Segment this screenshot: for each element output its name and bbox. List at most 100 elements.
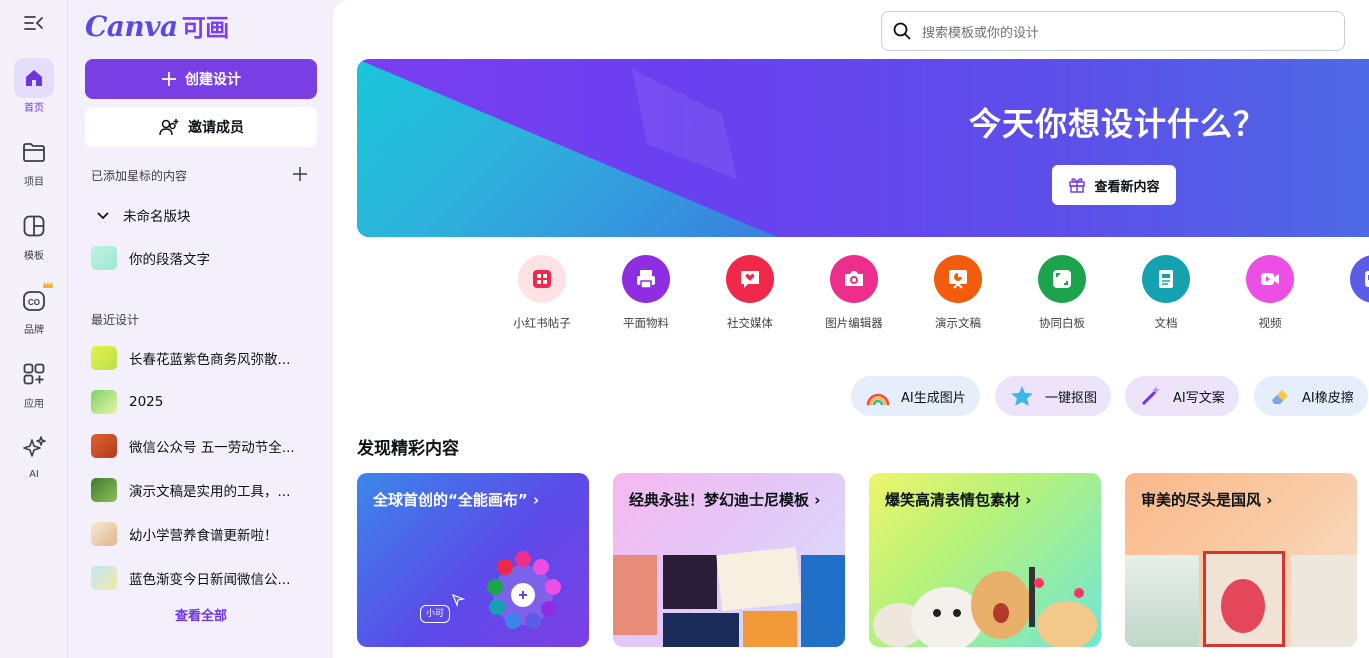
add-starred-icon[interactable] <box>291 165 309 183</box>
category-xiaohongshu-post[interactable]: 小红书帖子 <box>502 255 582 331</box>
recent-design-label: 2025 <box>129 394 164 410</box>
svg-text:CO: CO <box>28 298 40 307</box>
sparkle-icon <box>14 428 54 468</box>
ai-copywriting-chip[interactable]: AI写文案 <box>1125 376 1239 416</box>
discover-card[interactable]: 全球首创的“全能画布” › 小可 <box>357 473 589 647</box>
see-all-link[interactable]: 查看全部 <box>69 605 333 624</box>
invite-members-button[interactable]: 邀请成员 <box>85 107 317 147</box>
starred-item[interactable]: 你的段落文字 <box>91 242 317 274</box>
design-thumbnail <box>91 246 117 270</box>
search-input[interactable]: 搜索模板或你的设计 <box>881 11 1345 51</box>
canva-logo[interactable]: Canva 可画 <box>85 8 229 43</box>
recent-design-item[interactable]: 2025 <box>91 386 317 418</box>
invite-members-label: 邀请成员 <box>188 120 244 136</box>
add-user-icon <box>159 119 179 136</box>
design-thumbnail <box>91 478 117 502</box>
crown-icon <box>43 281 53 288</box>
left-rail: 首页 项目 模板 CO 品牌 应用 AI <box>0 0 68 658</box>
category-label: 协同白板 <box>1039 316 1085 330</box>
discover-card[interactable]: 经典永驻！梦幻迪士尼模板 › <box>613 473 845 647</box>
recent-design-item[interactable]: 长春花蓝紫色商务风弥散... <box>91 342 317 374</box>
discover-card-title: 全球首创的“全能画布” › <box>373 491 540 509</box>
recent-section-title: 最近设计 <box>91 313 140 327</box>
cursor-icon <box>451 593 465 607</box>
starred-item-label: 你的段落文字 <box>129 252 210 268</box>
sidebar-panel: Canva 可画 创建设计 邀请成员 已添加星标的内容 未命名版块 你的段落文字 … <box>69 0 333 658</box>
poster-thumbnail <box>663 613 739 647</box>
category-presentation[interactable]: 演示文稿 <box>918 255 998 331</box>
category-label: 小红书帖子 <box>513 316 571 330</box>
discover-card-title: 爆笑高清表情包素材 › <box>885 491 1032 509</box>
app-bubbles-illustration <box>487 551 561 629</box>
ai-eraser-chip[interactable]: AI橡皮擦 <box>1254 376 1368 416</box>
discover-card-title: 经典永驻！梦幻迪士尼模板 › <box>629 491 821 509</box>
recent-design-item[interactable]: 演示文稿是实用的工具，... <box>91 474 317 506</box>
templates-icon <box>14 206 54 246</box>
video-icon <box>1246 255 1294 303</box>
rail-item-brand[interactable]: CO 品牌 <box>0 280 68 346</box>
chip-label: AI写文案 <box>1173 390 1225 406</box>
rail-item-templates[interactable]: 模板 <box>0 206 68 272</box>
category-label: 文档 <box>1154 316 1178 330</box>
apps-icon <box>14 354 54 394</box>
poster-thumbnail <box>663 555 717 609</box>
category-print[interactable]: 平面物料 <box>606 255 686 331</box>
design-thumbnail <box>91 566 117 590</box>
design-thumbnail <box>91 434 117 458</box>
recent-design-item[interactable]: 蓝色渐变今日新闻微信公... <box>91 562 317 594</box>
design-thumbnail <box>91 522 117 546</box>
ai-image-chip[interactable]: AI生成图片 <box>851 376 980 416</box>
category-docs[interactable]: 文档 <box>1126 255 1206 331</box>
brand-icon: CO <box>14 280 54 320</box>
collapse-sidebar-icon[interactable] <box>22 12 46 34</box>
create-design-label: 创建设计 <box>185 72 241 88</box>
rainbow-icon <box>866 393 890 406</box>
recent-design-item[interactable]: 微信公众号 五一劳动节全... <box>91 430 317 462</box>
banner-title: 今天你想设计什么？ <box>969 105 1267 143</box>
gift-icon <box>1069 178 1086 193</box>
rail-item-projects[interactable]: 项目 <box>0 132 68 198</box>
category-label: 图片编辑器 <box>825 316 883 330</box>
rail-item-ai[interactable]: AI <box>0 428 68 494</box>
category-video[interactable]: 视频 <box>1230 255 1310 331</box>
category-label: 视频 <box>1258 316 1282 330</box>
create-design-button[interactable]: 创建设计 <box>85 59 317 99</box>
chip-label: 一键抠图 <box>1045 390 1098 406</box>
poster-thumbnail <box>1291 555 1357 647</box>
see-whats-new-label: 查看新内容 <box>1094 179 1160 195</box>
starred-item[interactable]: 未命名版块 <box>91 199 317 231</box>
rail-item-apps[interactable]: 应用 <box>0 354 68 420</box>
poster-decoration <box>1221 579 1265 633</box>
home-icon <box>14 58 54 98</box>
printer-icon <box>622 255 670 303</box>
poster-thumbnail <box>743 611 797 647</box>
search-icon <box>893 22 911 40</box>
whiteboard-icon <box>1038 255 1086 303</box>
category-label: 演示文稿 <box>935 316 981 330</box>
website-icon <box>1350 255 1369 303</box>
chevron-down-icon <box>97 212 109 220</box>
cat-meme-illustration <box>873 567 1097 647</box>
category-website[interactable]: 网 <box>1334 255 1369 331</box>
recent-design-item[interactable]: 幼小学营养食谱更新啦！ <box>91 518 317 550</box>
category-label: 网 <box>1334 315 1369 331</box>
rail-label-projects: 项目 <box>24 177 44 188</box>
recent-design-label: 微信公众号 五一劳动节全... <box>129 440 295 456</box>
category-photo-editor[interactable]: 图片编辑器 <box>814 255 894 331</box>
remove-bg-chip[interactable]: 一键抠图 <box>995 376 1112 416</box>
category-whiteboard[interactable]: 协同白板 <box>1022 255 1102 331</box>
category-label: 社交媒体 <box>727 316 773 330</box>
discover-card[interactable]: 爆笑高清表情包素材 › <box>869 473 1101 647</box>
main-content: 搜索模板或你的设计 今天你想设计什么？ 查看新内容 小红书帖子 平面物料 社交媒… <box>333 0 1369 658</box>
discover-card[interactable]: 审美的尽头是国风 › <box>1125 473 1357 647</box>
gift-shape-decoration <box>632 69 737 179</box>
see-whats-new-button[interactable]: 查看新内容 <box>1052 165 1176 205</box>
discover-card-title: 审美的尽头是国风 › <box>1141 491 1273 509</box>
category-social-media[interactable]: 社交媒体 <box>710 255 790 331</box>
poster-thumbnail <box>716 546 802 612</box>
document-icon <box>1142 255 1190 303</box>
recent-design-label: 幼小学营养食谱更新啦！ <box>129 528 278 544</box>
camera-icon <box>830 255 878 303</box>
hero-banner: 今天你想设计什么？ 查看新内容 <box>357 59 1369 237</box>
rail-item-home[interactable]: 首页 <box>0 58 68 124</box>
